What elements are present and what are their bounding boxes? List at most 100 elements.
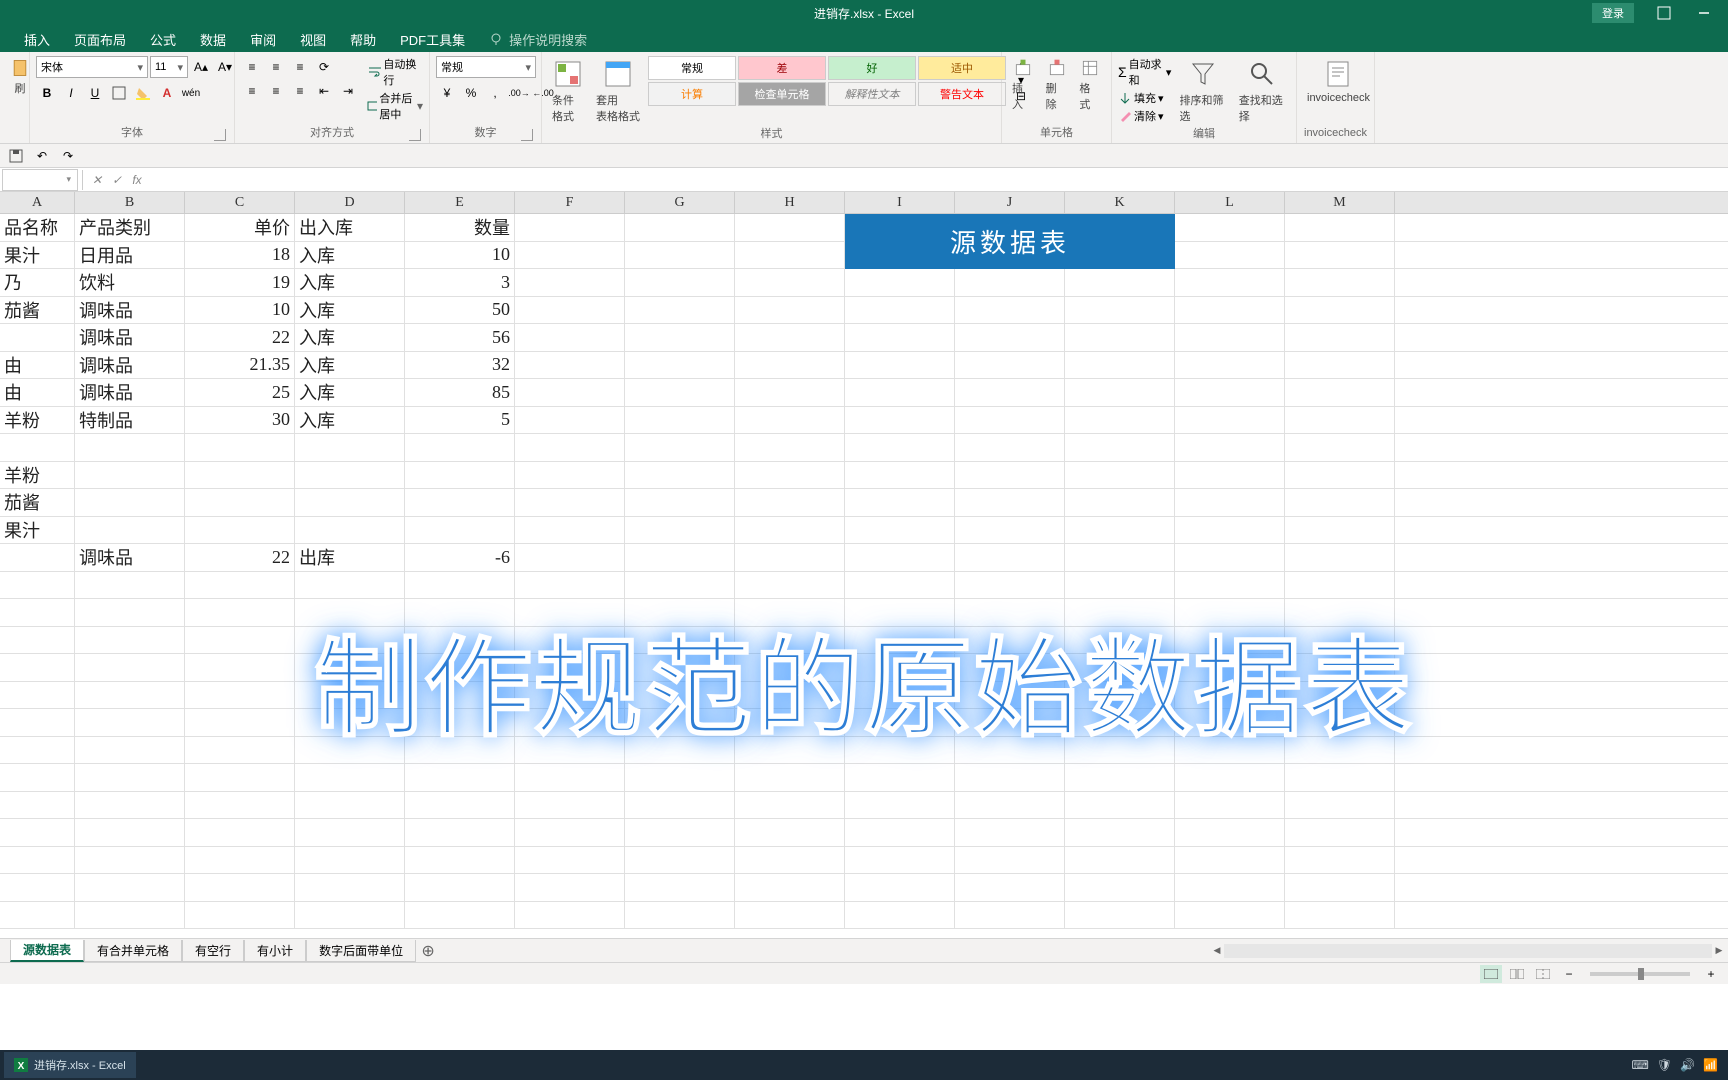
qat-save-icon[interactable] (6, 146, 26, 166)
cell[interactable] (1285, 874, 1395, 901)
cell[interactable]: 19 (185, 269, 295, 296)
col-header-D[interactable]: D (295, 192, 405, 213)
cell[interactable] (185, 489, 295, 516)
spreadsheet-grid[interactable]: ABCDEFGHIJKLM 品名称产品类别单价出入库数量果汁日用品18入库10乃… (0, 192, 1728, 938)
cell[interactable]: 21.35 (185, 352, 295, 379)
cell[interactable]: 饮料 (75, 269, 185, 296)
cell[interactable] (1065, 874, 1175, 901)
cell[interactable] (295, 819, 405, 846)
cell[interactable] (955, 764, 1065, 791)
cell[interactable] (1175, 242, 1285, 269)
cell[interactable] (75, 517, 185, 544)
phonetic-button[interactable]: wén (180, 82, 202, 104)
cell[interactable] (1175, 544, 1285, 571)
cell[interactable] (735, 572, 845, 599)
cell[interactable]: 22 (185, 544, 295, 571)
qat-redo-icon[interactable]: ↷ (58, 146, 78, 166)
cell[interactable]: 茄酱 (0, 489, 75, 516)
cell[interactable] (1285, 517, 1395, 544)
style-explain[interactable]: 解释性文本 (828, 82, 916, 106)
cell[interactable] (185, 874, 295, 901)
table-row[interactable] (0, 847, 1728, 875)
login-button[interactable]: 登录 (1592, 3, 1634, 23)
cell[interactable] (1175, 819, 1285, 846)
cell[interactable]: 10 (185, 297, 295, 324)
cell[interactable] (735, 379, 845, 406)
cell[interactable] (955, 709, 1065, 736)
cell[interactable] (955, 517, 1065, 544)
cell[interactable] (735, 242, 845, 269)
cell[interactable] (735, 764, 845, 791)
cell[interactable] (185, 737, 295, 764)
cell[interactable] (845, 764, 955, 791)
tray-volume-icon[interactable]: 🔊 (1680, 1058, 1695, 1072)
cell[interactable] (405, 764, 515, 791)
cell[interactable] (845, 627, 955, 654)
cell[interactable]: 入库 (295, 297, 405, 324)
cell[interactable] (1285, 214, 1395, 241)
autosum-button[interactable]: Σ自动求和▾ (1118, 56, 1171, 88)
cell[interactable] (185, 627, 295, 654)
cell[interactable] (735, 544, 845, 571)
cell[interactable] (845, 737, 955, 764)
cell[interactable] (0, 819, 75, 846)
sheet-tab-blank[interactable]: 有空行 (182, 940, 244, 962)
cell[interactable] (845, 489, 955, 516)
wrap-text-button[interactable]: 自动换行 (367, 56, 423, 88)
cell[interactable] (1175, 324, 1285, 351)
cell[interactable] (1065, 902, 1175, 929)
cell[interactable] (1285, 269, 1395, 296)
cell[interactable] (75, 709, 185, 736)
cell[interactable] (625, 599, 735, 626)
underline-button[interactable]: U (84, 82, 106, 104)
cell[interactable]: 25 (185, 379, 295, 406)
font-name-combo[interactable]: 宋体▾ (36, 56, 148, 78)
col-header-L[interactable]: L (1175, 192, 1285, 213)
cell[interactable] (405, 462, 515, 489)
cell[interactable] (515, 654, 625, 681)
cell[interactable] (625, 517, 735, 544)
align-dialog-icon[interactable] (409, 129, 421, 141)
table-row[interactable] (0, 682, 1728, 710)
cell[interactable] (295, 902, 405, 929)
table-row[interactable] (0, 709, 1728, 737)
find-select-button[interactable]: 查找和选择 (1235, 56, 1290, 126)
cell[interactable] (75, 847, 185, 874)
cell[interactable] (405, 517, 515, 544)
cell[interactable] (625, 352, 735, 379)
cell[interactable]: 果汁 (0, 242, 75, 269)
cell[interactable] (1065, 517, 1175, 544)
cell[interactable] (955, 819, 1065, 846)
tab-insert[interactable]: 插入 (12, 26, 62, 52)
cell[interactable] (75, 627, 185, 654)
cell[interactable] (0, 572, 75, 599)
cell[interactable] (515, 709, 625, 736)
border-button[interactable] (108, 82, 130, 104)
cell[interactable] (1065, 654, 1175, 681)
cell[interactable]: 特制品 (75, 407, 185, 434)
cell[interactable] (955, 434, 1065, 461)
cell[interactable] (625, 819, 735, 846)
cell-styles-gallery[interactable]: 常规 差 好 适中 计算 检查单元格 解释性文本 警告文本 (648, 56, 1006, 106)
cell[interactable] (515, 627, 625, 654)
table-row[interactable] (0, 819, 1728, 847)
cell[interactable] (1285, 627, 1395, 654)
cell[interactable] (625, 902, 735, 929)
cell[interactable] (735, 352, 845, 379)
bold-button[interactable]: B (36, 82, 58, 104)
cell[interactable] (625, 709, 735, 736)
cell[interactable] (1065, 792, 1175, 819)
cell[interactable] (75, 764, 185, 791)
cell[interactable] (625, 682, 735, 709)
col-header-M[interactable]: M (1285, 192, 1395, 213)
align-left-icon[interactable]: ≡ (241, 80, 263, 102)
cell[interactable]: 入库 (295, 324, 405, 351)
table-row[interactable]: 调味品22出库-6 (0, 544, 1728, 572)
cell[interactable] (1285, 682, 1395, 709)
cell[interactable] (735, 324, 845, 351)
cell[interactable] (845, 297, 955, 324)
cell[interactable] (75, 462, 185, 489)
cell[interactable] (1285, 379, 1395, 406)
cell[interactable] (405, 847, 515, 874)
cell[interactable] (75, 682, 185, 709)
